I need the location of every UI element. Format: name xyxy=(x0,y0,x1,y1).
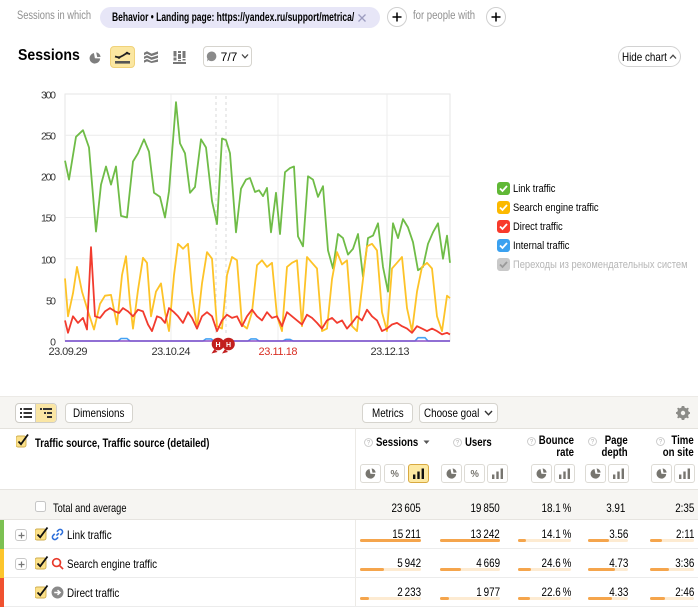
svg-text:H: H xyxy=(215,342,220,349)
svg-text:200: 200 xyxy=(41,172,56,184)
svg-text:23.10.24: 23.10.24 xyxy=(152,346,191,358)
svg-text:?: ? xyxy=(456,439,460,446)
svg-text:H: H xyxy=(226,342,231,349)
svg-text:?: ? xyxy=(367,439,371,446)
svg-text:50: 50 xyxy=(46,296,56,308)
svg-text:250: 250 xyxy=(41,131,56,143)
svg-text:23.11.18: 23.11.18 xyxy=(259,346,298,358)
svg-text:300: 300 xyxy=(41,90,56,102)
svg-text:150: 150 xyxy=(41,213,56,225)
svg-text:100: 100 xyxy=(41,255,56,267)
svg-text:23.09.29: 23.09.29 xyxy=(49,346,88,358)
svg-text:23.12.13: 23.12.13 xyxy=(371,346,410,358)
